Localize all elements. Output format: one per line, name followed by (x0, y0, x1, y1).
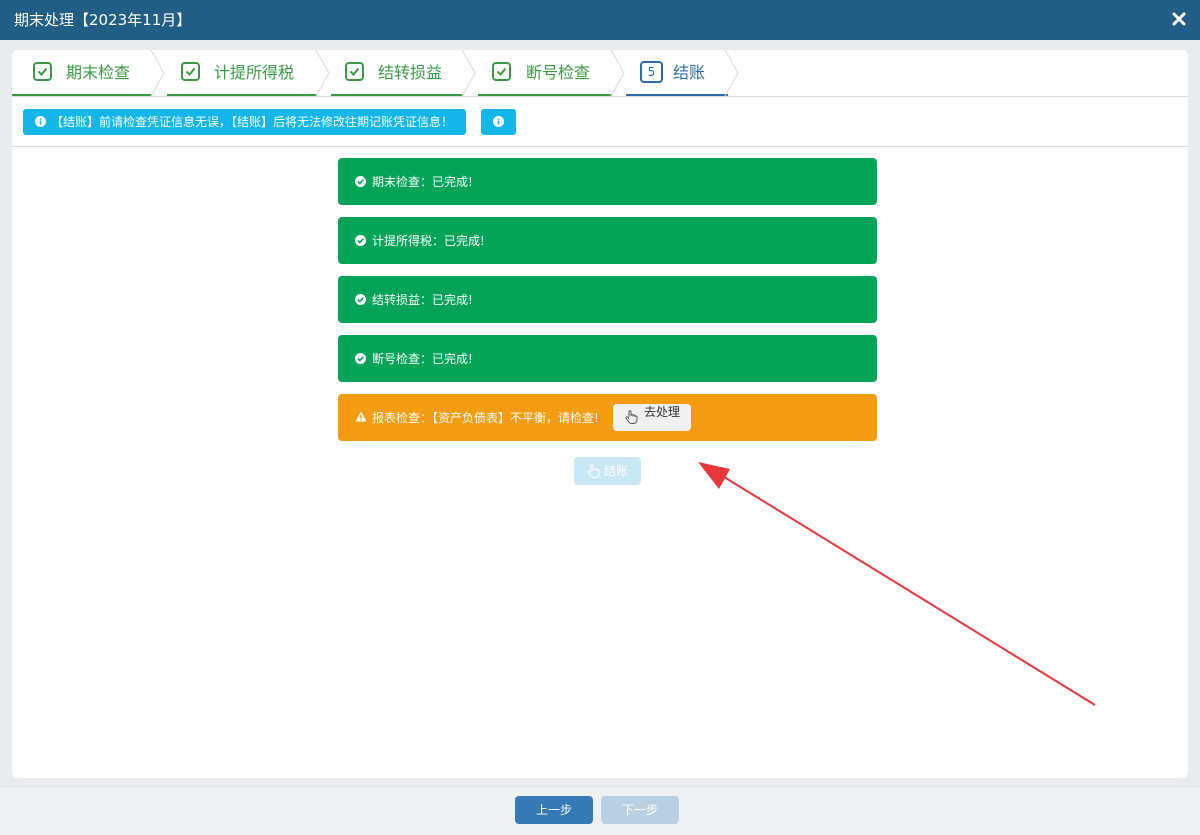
step-income-tax[interactable]: 计提所得税 (167, 50, 317, 96)
main-panel: 期末检查 计提所得税 结转损益 断号检查 5 结账 【结账】前请检查凭证信息无误… (12, 50, 1188, 778)
step-label: 计提所得税 (214, 63, 295, 82)
step-label: 期末检查 (66, 63, 131, 82)
next-step-button[interactable]: 下一步 (601, 796, 679, 824)
check-result-text: 期末检查：已完成! (372, 175, 473, 189)
check-result-report: 报表检查：【资产负债表】不平衡，请检查! 去处理 (338, 394, 877, 441)
warning-icon (355, 411, 367, 422)
step-wizard: 期末检查 计提所得税 结转损益 断号检查 5 结账 (12, 50, 1188, 97)
window-title: 期末处理【2023年11月】 (14, 11, 192, 29)
check-result-text: 断号检查：已完成! (372, 352, 473, 366)
chevron-right-icon (150, 50, 165, 96)
step-underline (12, 94, 152, 96)
chevron-right-icon (315, 50, 330, 96)
close-accounts-label: 结账 (604, 464, 629, 478)
prev-step-button[interactable]: 上一步 (515, 796, 593, 824)
check-result-text: 报表检查：【资产负债表】不平衡，请检查! (372, 411, 599, 425)
check-circle-icon (355, 235, 366, 246)
notice-text: 【结账】前请检查凭证信息无误，【结账】后将无法修改往期记账凭证信息！ (51, 115, 454, 129)
step-close-accounts[interactable]: 5 结账 (626, 50, 728, 96)
check-circle-icon (355, 176, 366, 187)
step-number-gap-check[interactable]: 断号检查 (478, 50, 612, 96)
notice-toolbar: 【结账】前请检查凭证信息无误，【结账】后将无法修改往期记账凭证信息！ (12, 97, 1188, 147)
close-accounts-button[interactable]: 结账 (574, 457, 641, 485)
check-circle-icon (355, 294, 366, 305)
check-icon (345, 62, 364, 81)
close-icon[interactable] (1172, 12, 1186, 26)
step-label: 断号检查 (526, 63, 591, 82)
check-result-text: 结转损益：已完成! (372, 293, 473, 307)
go-handle-label: 去处理 (644, 405, 681, 419)
dialog-footer: 上一步 下一步 (0, 786, 1200, 835)
info-circle-icon (35, 116, 46, 127)
check-icon (33, 62, 52, 81)
hand-pointer-icon (625, 410, 638, 424)
info-circle-icon (493, 116, 504, 127)
check-result-transfer-pl: 结转损益：已完成! (338, 276, 877, 323)
step-underline (626, 94, 728, 96)
step-underline (167, 94, 317, 96)
step-period-check[interactable]: 期末检查 (12, 50, 152, 96)
check-icon (181, 62, 200, 81)
step-label: 结转损益 (378, 63, 443, 82)
go-handle-button[interactable]: 去处理 (613, 404, 691, 431)
check-circle-icon (355, 353, 366, 364)
chevron-right-icon (724, 50, 739, 96)
step-label: 结账 (673, 63, 706, 82)
window-titlebar: 期末处理【2023年11月】 (0, 0, 1200, 40)
check-result-text: 计提所得税：已完成! (372, 234, 485, 248)
info-button[interactable] (481, 109, 516, 135)
check-icon (492, 62, 511, 81)
check-result-period-check: 期末检查：已完成! (338, 158, 877, 205)
hand-pointer-icon (587, 464, 600, 478)
chevron-right-icon (461, 50, 476, 96)
step-underline (478, 94, 612, 96)
step-underline (331, 94, 463, 96)
check-result-number-gap: 断号检查：已完成! (338, 335, 877, 382)
step-number-badge: 5 (640, 61, 663, 83)
check-result-income-tax: 计提所得税：已完成! (338, 217, 877, 264)
chevron-right-icon (610, 50, 625, 96)
step-transfer-pl[interactable]: 结转损益 (331, 50, 463, 96)
close-accounts-notice-button[interactable]: 【结账】前请检查凭证信息无误，【结账】后将无法修改往期记账凭证信息！ (23, 109, 466, 135)
